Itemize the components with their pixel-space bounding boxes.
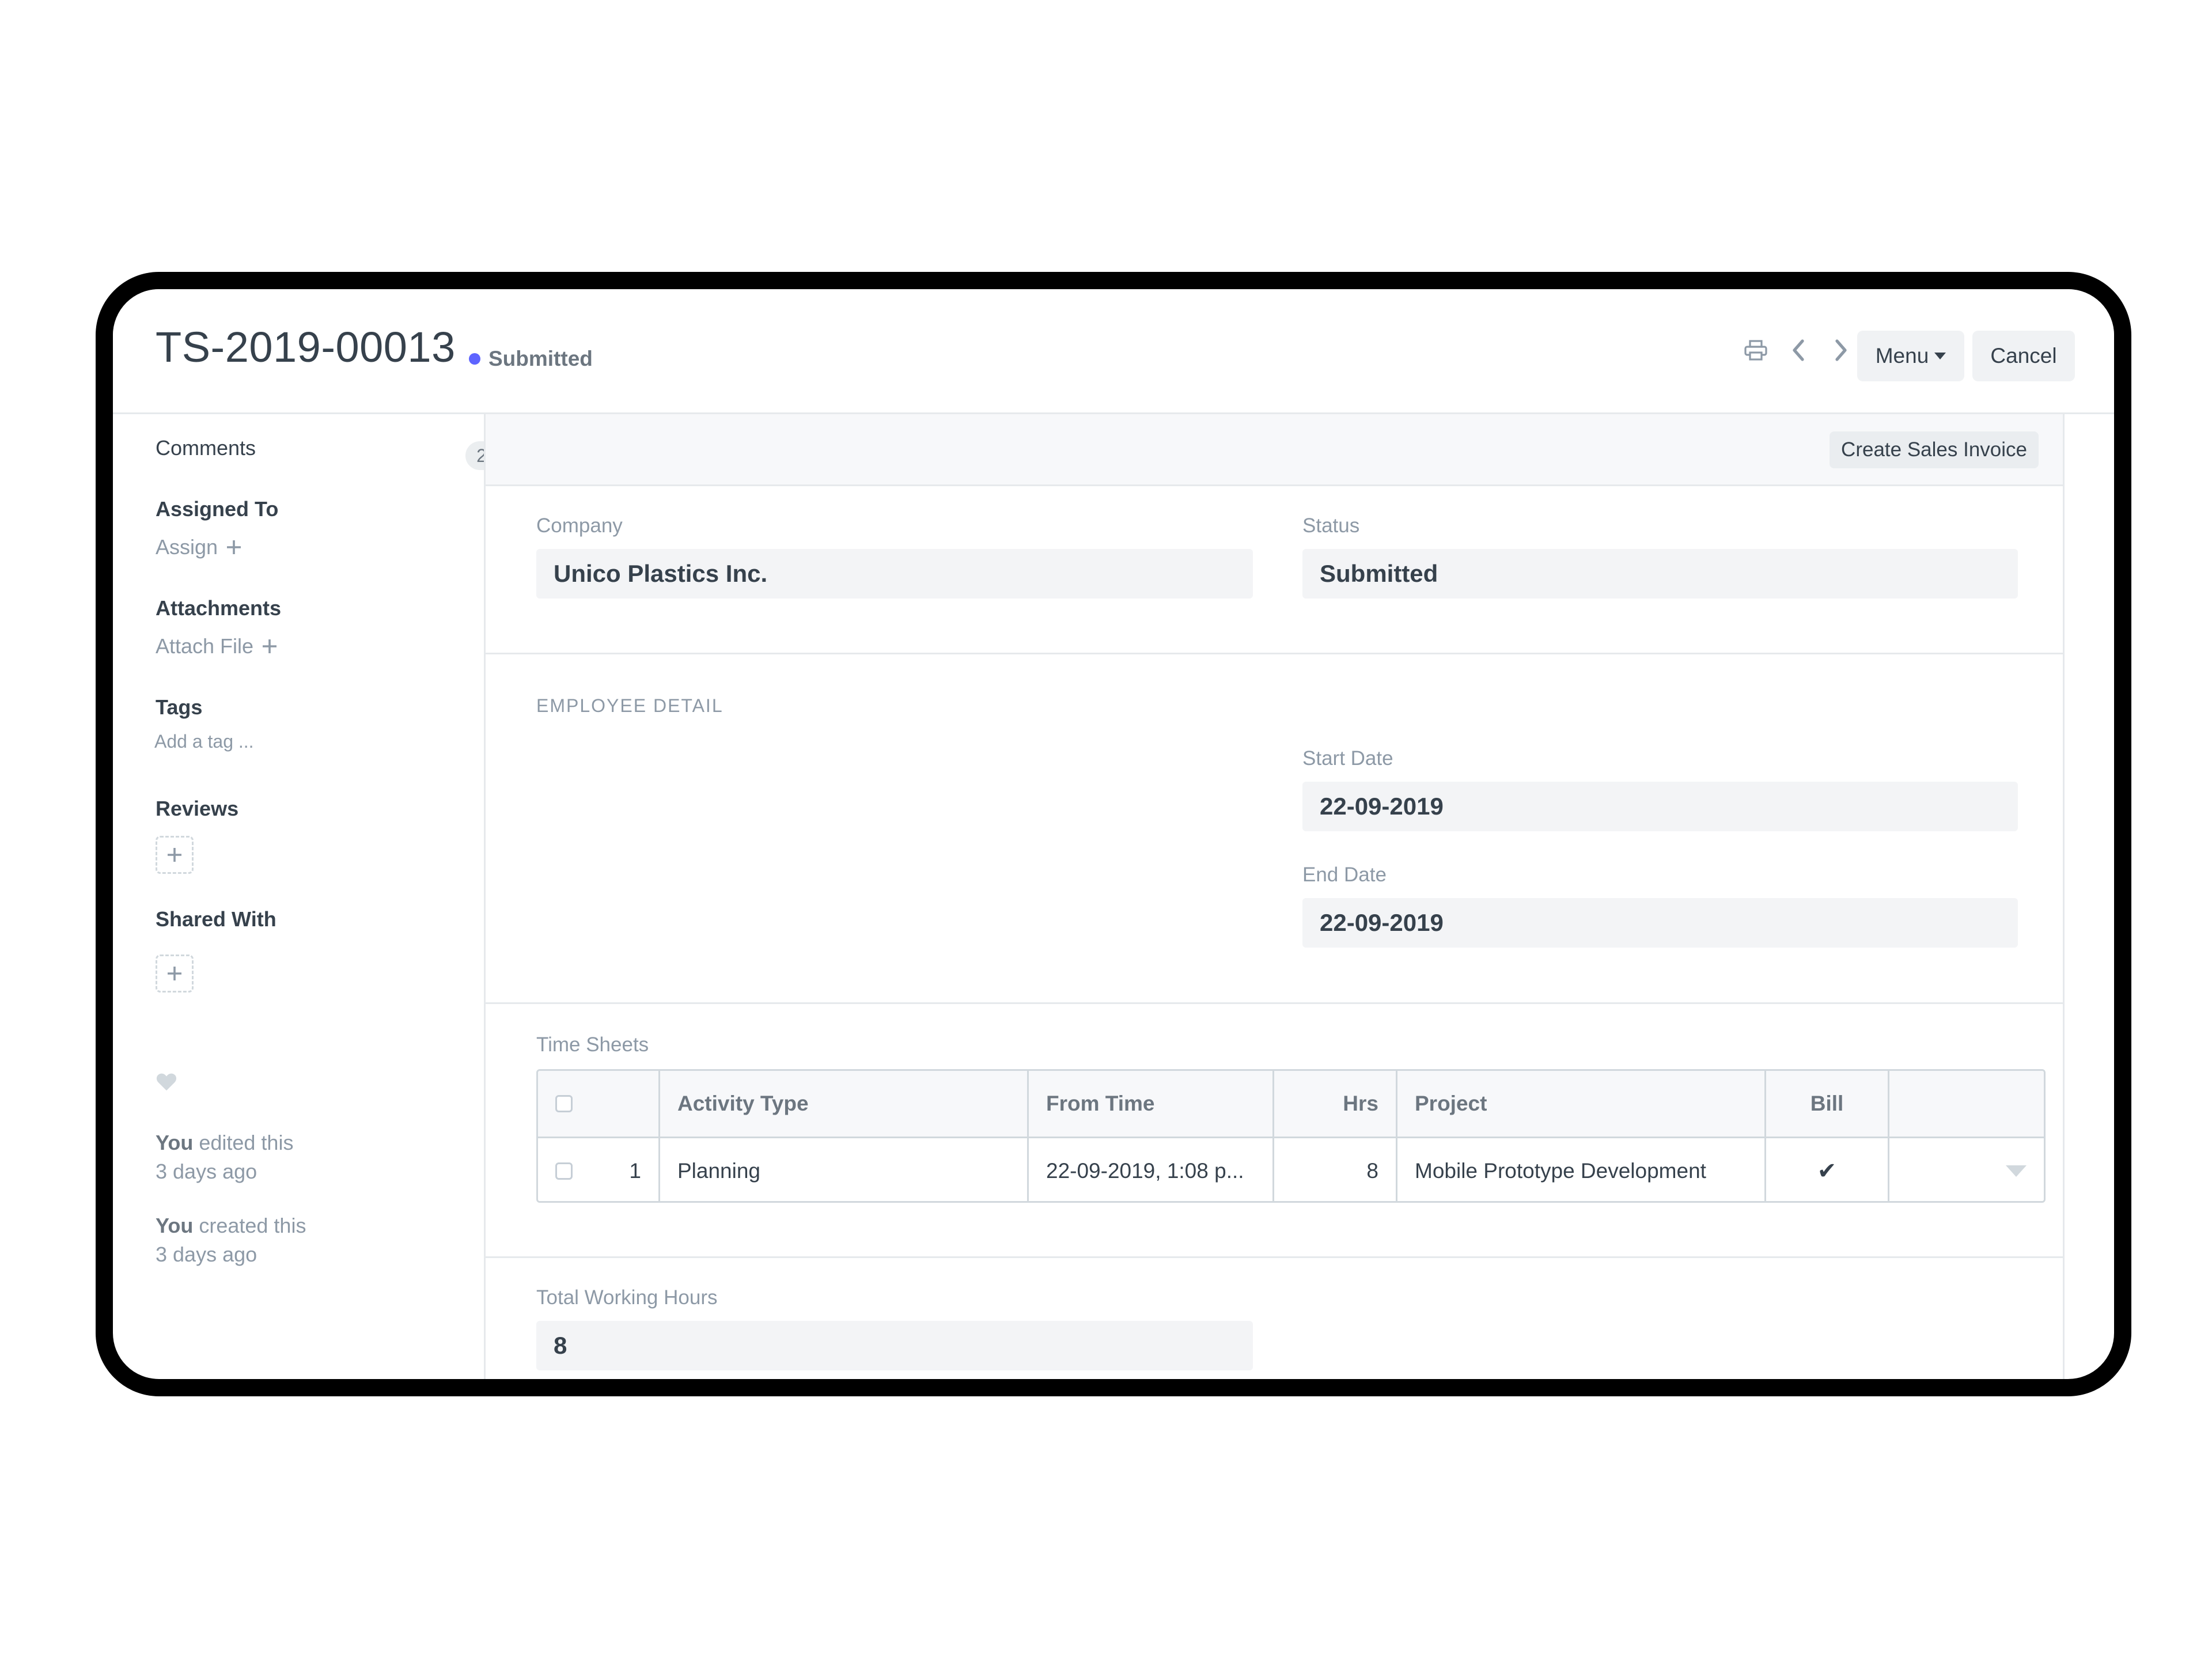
end-date-field[interactable]: 22-09-2019: [1302, 898, 2018, 948]
timeline-actor: You: [156, 1131, 194, 1154]
status-label: Status: [1302, 514, 1360, 537]
attach-file-label: Attach File: [156, 634, 254, 658]
cell-activity-type[interactable]: Planning: [660, 1138, 1029, 1201]
row-checkbox[interactable]: [555, 1162, 573, 1180]
assign-label: Assign: [156, 535, 218, 559]
status-indicator: Submitted: [469, 347, 593, 371]
cell-project[interactable]: Mobile Prototype Development: [1397, 1138, 1766, 1201]
printer-icon[interactable]: [1743, 334, 1768, 366]
row-index: 1: [629, 1159, 641, 1183]
section-employee-detail: EMPLOYEE DETAIL Start Date 22-09-2019 En…: [486, 653, 2063, 1004]
form-action-bar: Create Sales Invoice: [486, 414, 2063, 486]
comments-label: Comments: [156, 436, 256, 460]
start-date-field[interactable]: 22-09-2019: [1302, 782, 2018, 831]
form-sidebar: Comments 2 Assigned To Assign Attachment…: [113, 414, 498, 1379]
column-header-project[interactable]: Project: [1397, 1071, 1766, 1137]
time-sheets-label: Time Sheets: [536, 1033, 649, 1056]
tags-heading: Tags: [156, 695, 203, 719]
plus-icon: [227, 540, 241, 554]
company-field[interactable]: Unico Plastics Inc.: [536, 549, 1253, 599]
time-sheets-table: Activity Type From Time Hrs Project Bill…: [536, 1069, 2046, 1203]
plus-icon: [263, 639, 277, 653]
cancel-button[interactable]: Cancel: [1972, 331, 2075, 381]
cell-hrs[interactable]: 8: [1274, 1138, 1397, 1201]
select-all-checkbox[interactable]: [555, 1095, 573, 1112]
page-title: TS-2019-00013: [156, 323, 456, 371]
device-frame: TS-2019-00013 Submitted Menu Cancel Comm…: [96, 272, 2131, 1396]
column-header-from-time[interactable]: From Time: [1029, 1071, 1274, 1137]
menu-button-label: Menu: [1875, 344, 1929, 368]
column-header-hrs[interactable]: Hrs: [1274, 1071, 1397, 1137]
end-date-label: End Date: [1302, 863, 1387, 886]
assigned-to-heading: Assigned To: [156, 497, 279, 521]
status-indicator-label: Submitted: [488, 347, 593, 370]
total-working-hours-label: Total Working Hours: [536, 1286, 718, 1309]
timeline-item: You edited this 3 days ago: [156, 1128, 293, 1186]
company-label: Company: [536, 514, 623, 537]
plus-icon: [168, 967, 181, 980]
status-field[interactable]: Submitted: [1302, 549, 2018, 599]
column-header-bill[interactable]: Bill: [1766, 1071, 1889, 1137]
plus-icon: [168, 848, 181, 862]
add-share-button[interactable]: [156, 955, 194, 993]
timeline-actor: You: [156, 1214, 194, 1237]
timeline-time: 3 days ago: [156, 1243, 257, 1266]
form-main: Create Sales Invoice Company Unico Plast…: [484, 414, 2065, 1379]
column-header-actions: [1889, 1071, 2044, 1137]
menu-button[interactable]: Menu: [1857, 331, 1964, 381]
section-time-sheets: Time Sheets Activity Type From Time Hrs …: [486, 1002, 2063, 1258]
section-company: Company Unico Plastics Inc. Status Submi…: [486, 484, 2063, 654]
start-date-label: Start Date: [1302, 747, 1393, 770]
status-dot-icon: [469, 353, 480, 365]
heart-icon[interactable]: [156, 1072, 177, 1094]
chevron-right-icon[interactable]: [1828, 334, 1854, 366]
attach-file-link[interactable]: Attach File: [156, 634, 278, 658]
header-icons: [1743, 334, 1854, 366]
column-header-activity-type[interactable]: Activity Type: [660, 1071, 1029, 1137]
row-select-cell: 1: [538, 1138, 660, 1201]
caret-down-icon[interactable]: [2006, 1165, 2027, 1177]
employee-detail-heading: EMPLOYEE DETAIL: [536, 695, 724, 716]
cell-bill[interactable]: ✔: [1766, 1138, 1889, 1201]
check-icon: ✔: [1817, 1158, 1837, 1184]
caret-down-icon: [1934, 353, 1946, 359]
cell-from-time[interactable]: 22-09-2019, 1:08 p...: [1029, 1138, 1274, 1201]
add-review-button[interactable]: [156, 836, 194, 874]
timeline-item: You created this 3 days ago: [156, 1211, 306, 1269]
sidebar-comments[interactable]: Comments 2: [156, 436, 498, 471]
total-working-hours-field[interactable]: 8: [536, 1321, 1253, 1370]
shared-with-heading: Shared With: [156, 907, 276, 931]
page-header: TS-2019-00013 Submitted Menu Cancel: [113, 289, 2114, 414]
header-select-cell: [538, 1071, 660, 1137]
row-edit-cell[interactable]: [1889, 1138, 2044, 1201]
reviews-heading: Reviews: [156, 797, 239, 820]
assign-link[interactable]: Assign: [156, 535, 242, 559]
table-row[interactable]: 1 Planning 22-09-2019, 1:08 p... 8 Mobil…: [538, 1138, 2044, 1201]
timeline-action: edited this: [199, 1131, 294, 1154]
table-header-row: Activity Type From Time Hrs Project Bill: [538, 1071, 2044, 1138]
chevron-left-icon[interactable]: [1786, 334, 1811, 366]
create-sales-invoice-button[interactable]: Create Sales Invoice: [1830, 431, 2039, 468]
timeline-action: created this: [199, 1214, 306, 1237]
section-totals: Total Working Hours 8: [486, 1256, 2063, 1379]
add-tag-input[interactable]: Add a tag ...: [154, 731, 254, 752]
attachments-heading: Attachments: [156, 596, 282, 620]
timeline-time: 3 days ago: [156, 1160, 257, 1183]
